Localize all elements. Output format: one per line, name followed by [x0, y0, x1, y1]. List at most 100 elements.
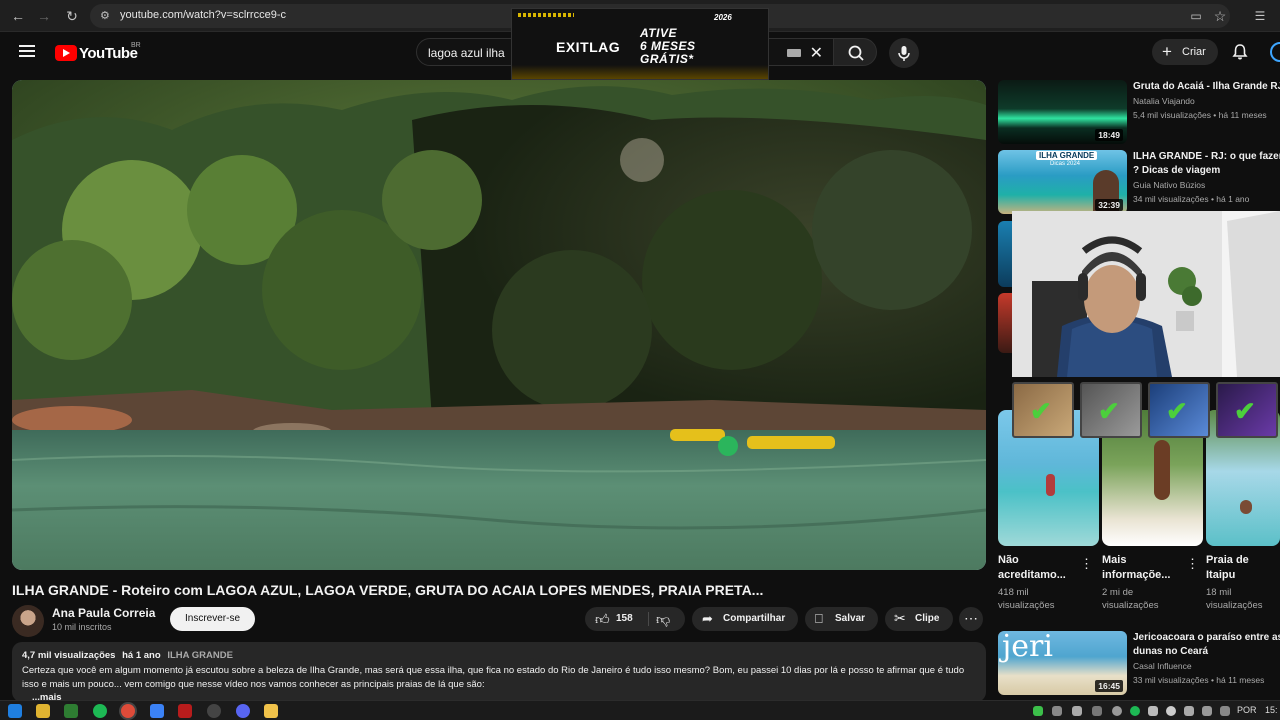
video-thumbnail[interactable]: ILHA GRANDE Dicas 2024 32:39 — [998, 150, 1127, 214]
network-icon[interactable] — [1184, 706, 1194, 716]
site-info-icon[interactable]: ⚙ — [100, 9, 110, 22]
browser-icon[interactable] — [150, 704, 164, 718]
video-player[interactable] — [12, 80, 986, 570]
clip-button[interactable]: ✂ Clipe — [885, 607, 953, 631]
channel-avatar[interactable] — [12, 605, 44, 637]
view-count: 4,7 mil visualizações — [22, 650, 116, 661]
related-video[interactable]: 18:49 Gruta do Acaiá - Ilha Grande RJ Na… — [998, 80, 1280, 146]
windows-taskbar: POR 15: — [0, 700, 1280, 720]
short-views: 2 mi de visualizações — [1102, 586, 1159, 612]
short-title-line2: Itaipu — [1206, 569, 1236, 581]
hidden-thumbnail[interactable] — [998, 293, 1012, 353]
language-indicator[interactable]: POR — [1237, 705, 1257, 715]
video-title-line2: ? Dicas de viagem — [1133, 165, 1221, 176]
subscribe-button[interactable]: Inscrever-se — [170, 607, 255, 631]
cast-icon[interactable]: ▭ — [1186, 6, 1206, 26]
tray-icon[interactable] — [1112, 706, 1122, 716]
tray-icon[interactable] — [1052, 706, 1062, 716]
video-title-line2: dunas no Ceará — [1133, 646, 1209, 657]
tray-icon[interactable] — [1166, 706, 1176, 716]
search-button[interactable] — [833, 38, 877, 66]
tray-icon[interactable] — [1148, 706, 1158, 716]
short-title: Praia de Itaipu — [1206, 553, 1249, 583]
description-meta: 4,7 mil visualizações há 1 ano ILHA GRAN… — [22, 650, 233, 661]
notifications-bell-icon[interactable] — [1230, 42, 1250, 62]
scissors-icon: ✂ — [894, 610, 906, 626]
spotify-icon[interactable] — [93, 704, 107, 718]
reload-icon[interactable]: ↻ — [62, 6, 82, 26]
keyboard-icon[interactable] — [787, 49, 801, 57]
create-button[interactable]: + Criar — [1152, 39, 1218, 65]
more-actions-icon[interactable]: ⋯ — [959, 607, 983, 631]
thumbs-down-icon[interactable]: 👎︎ — [656, 611, 670, 628]
short-menu-icon[interactable]: ⋮ — [1080, 556, 1093, 572]
share-button[interactable]: ➦ Compartilhar — [692, 607, 798, 631]
news-icon[interactable] — [178, 704, 192, 718]
tray-icon[interactable] — [1130, 706, 1140, 716]
channel-name: Natalia Viajando — [1133, 96, 1195, 106]
video-stats: 33 mil visualizações • há 11 meses — [1133, 675, 1265, 685]
ad-glow — [512, 65, 768, 79]
tray-icon[interactable] — [1033, 706, 1043, 716]
video-title: ILHA GRANDE - RJ: o que fazer — [1133, 151, 1280, 162]
share-icon: ➦ — [702, 611, 713, 626]
channel-name[interactable]: Ana Paula Correia — [52, 606, 155, 620]
checkmark-icon: ✔ — [1234, 396, 1256, 426]
short-figure — [1240, 500, 1252, 514]
video-thumbnail[interactable]: 18:49 — [998, 80, 1127, 144]
related-video[interactable]: jeri 16:45 Jericoacoara o paraíso entre … — [998, 631, 1280, 697]
like-divider — [648, 612, 649, 626]
description-tag[interactable]: ILHA GRANDE — [167, 650, 233, 661]
ad-headline-1: ATIVE — [640, 26, 677, 40]
back-icon[interactable]: ← — [8, 6, 28, 26]
thumbs-up-icon[interactable]: 👍︎ — [595, 611, 610, 628]
hidden-thumbnail[interactable] — [998, 221, 1012, 287]
clear-search-icon[interactable]: ✕ — [810, 43, 823, 63]
volume-icon[interactable] — [1202, 706, 1212, 716]
clip-label: Clipe — [915, 613, 940, 624]
play-logo-icon — [55, 45, 77, 61]
short-views-line2: visualizações — [1206, 600, 1263, 611]
forward-icon[interactable]: → — [34, 6, 54, 26]
short-title-line1: Praia de — [1206, 554, 1249, 566]
share-label: Compartilhar — [723, 613, 786, 624]
account-avatar[interactable] — [1270, 42, 1280, 62]
battery-icon[interactable] — [1220, 706, 1230, 716]
related-video[interactable]: ILHA GRANDE Dicas 2024 32:39 ILHA GRANDE… — [998, 150, 1280, 216]
short-views-line1: 418 mil — [998, 587, 1029, 598]
description-box[interactable]: 4,7 mil visualizações há 1 ano ILHA GRAN… — [12, 642, 986, 702]
voice-search-button[interactable] — [889, 38, 919, 68]
reading-list-icon[interactable]: ☰ — [1250, 6, 1270, 26]
youtube-logo[interactable]: YouTube — [55, 43, 138, 63]
ad-brand: EXITLAG — [556, 39, 621, 55]
thumbnail-label: jeri — [1002, 631, 1053, 664]
video-duration: 18:49 — [1095, 129, 1123, 141]
short-views-line1: 2 mi de — [1102, 587, 1134, 598]
tray-icon[interactable] — [1072, 706, 1082, 716]
short-views-line2: visualizações — [1102, 600, 1159, 611]
folder-icon[interactable] — [264, 704, 278, 718]
microphone-icon — [898, 46, 910, 61]
logo-text: YouTube — [79, 44, 138, 62]
achievement-row: ✔ ✔ ✔ ✔ — [1012, 380, 1280, 438]
windows-start-icon[interactable] — [8, 704, 22, 718]
short-views: 418 mil visualizações — [998, 586, 1055, 612]
xbox-icon[interactable] — [64, 704, 78, 718]
ad-year: 2026 — [714, 13, 732, 22]
like-count[interactable]: 158 — [616, 613, 633, 624]
video-thumbnail[interactable]: jeri 16:45 — [998, 631, 1127, 695]
video-title: Gruta do Acaiá - Ilha Grande RJ — [1133, 81, 1280, 92]
exitlag-ad-banner[interactable]: EXITLAG ATIVE 6 MESES GRÁTIS* 2026 — [511, 8, 769, 80]
bookmark-star-icon[interactable]: ☆ — [1210, 6, 1230, 26]
clock[interactable]: 15: — [1265, 705, 1278, 715]
chrome-icon[interactable] — [121, 704, 135, 718]
file-explorer-icon[interactable] — [36, 704, 50, 718]
save-button[interactable]: ⎕ Salvar — [805, 607, 878, 631]
obs-icon[interactable] — [207, 704, 221, 718]
subscriber-count: 10 mil inscritos — [52, 622, 112, 632]
menu-icon[interactable] — [19, 45, 35, 57]
discord-icon[interactable] — [236, 704, 250, 718]
short-title: Não acreditamo... — [998, 553, 1066, 583]
tray-icon[interactable] — [1092, 706, 1102, 716]
short-menu-icon[interactable]: ⋮ — [1186, 556, 1199, 572]
